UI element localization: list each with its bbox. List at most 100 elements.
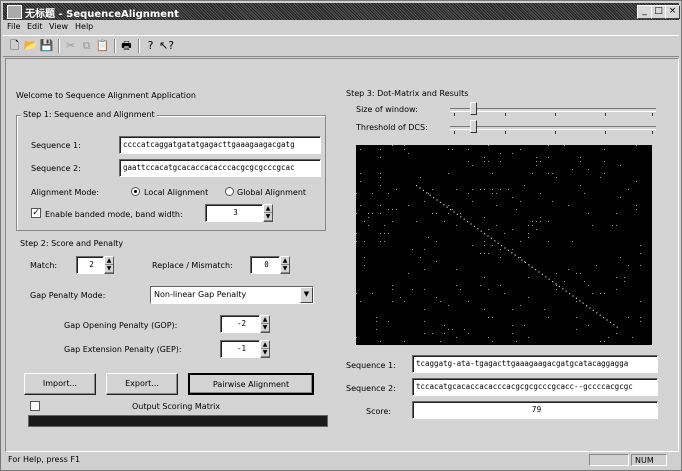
diagonal-dot — [419, 187, 421, 189]
replace-mismatch-spinner[interactable]: ▲ ▼ — [280, 256, 290, 274]
diagonal-dot — [501, 245, 503, 247]
maximize-button[interactable]: □ — [651, 5, 666, 19]
dot — [400, 297, 401, 298]
print-icon[interactable]: 🖶 — [119, 38, 134, 53]
dot — [364, 265, 365, 266]
replace-mismatch-input[interactable]: 0 — [250, 256, 280, 274]
match-spinner[interactable]: ▲ ▼ — [104, 256, 114, 274]
context-help-icon[interactable]: ↖? — [159, 38, 174, 53]
threshold-slider[interactable] — [450, 120, 656, 134]
menu-view[interactable]: View — [49, 22, 68, 31]
dot — [468, 161, 469, 162]
gep-spinner[interactable]: ▲ ▼ — [260, 340, 270, 358]
local-alignment-label[interactable]: Local Alignment — [144, 188, 208, 197]
global-alignment-radio[interactable] — [225, 187, 234, 196]
dot — [572, 241, 573, 242]
dot — [456, 269, 457, 270]
dot — [380, 185, 381, 186]
banded-mode-label[interactable]: Enable banded mode, band width: — [45, 210, 183, 219]
diagonal-dot — [545, 276, 547, 278]
diagonal-dot — [470, 223, 472, 225]
app-icon[interactable] — [7, 5, 22, 19]
diagonal-dot — [521, 259, 523, 261]
dot — [624, 277, 625, 278]
diagonal-dot — [518, 257, 520, 259]
diagonal-dot — [575, 297, 577, 299]
dot — [392, 289, 393, 290]
output-scoring-matrix-label[interactable]: Output Scoring Matrix — [132, 402, 220, 411]
toolbar-separator — [114, 39, 116, 53]
dot — [392, 221, 393, 222]
dot — [408, 273, 409, 274]
dot — [432, 333, 433, 334]
dot — [384, 241, 385, 242]
dot — [580, 185, 581, 186]
dot — [472, 245, 473, 246]
paste-icon[interactable]: 📋 — [95, 38, 110, 53]
dot — [588, 325, 589, 326]
dot — [464, 329, 465, 330]
score-field[interactable]: 79 — [412, 401, 658, 419]
menu-edit[interactable]: Edit — [27, 22, 43, 31]
dot — [440, 301, 441, 302]
global-alignment-label[interactable]: Global Alignment — [237, 188, 306, 197]
diagonal-dot — [606, 319, 608, 321]
toolbar: 🗋 📂 💾 ✂ ⧉ 📋 🖶 ? ↖? — [3, 35, 679, 57]
dot — [536, 161, 537, 162]
welcome-text: Welcome to Sequence Alignment Applicatio… — [16, 91, 196, 100]
diagonal-dot — [569, 293, 571, 295]
window-size-thumb[interactable] — [470, 102, 477, 115]
gop-spinner[interactable]: ▲ ▼ — [260, 315, 270, 333]
pairwise-alignment-button[interactable]: Pairwise Alignment — [188, 373, 314, 395]
threshold-thumb[interactable] — [470, 120, 477, 133]
output-scoring-matrix-checkbox[interactable] — [30, 401, 40, 411]
open-icon[interactable]: 📂 — [23, 38, 38, 53]
dot — [604, 341, 605, 342]
gap-penalty-mode-select[interactable]: Non-linear Gap Penalty ▼ — [150, 286, 314, 304]
export-button[interactable]: Export... — [106, 373, 178, 395]
close-button[interactable]: × — [665, 5, 680, 19]
sequence2-input[interactable]: gaattccacatgcacaccacacccacgcgcgcccgcac — [119, 159, 321, 177]
dot — [640, 253, 641, 254]
about-icon[interactable]: ? — [143, 38, 158, 53]
gop-input[interactable]: -2 — [220, 315, 260, 333]
save-icon[interactable]: 💾 — [39, 38, 54, 53]
new-icon[interactable]: 🗋 — [7, 38, 22, 53]
dot — [564, 281, 565, 282]
dot — [436, 297, 437, 298]
result-sequence2-field[interactable]: tccacatgcacaccacacccacgcgcgcccgcacc--gcc… — [412, 378, 658, 396]
dot — [540, 217, 541, 218]
local-alignment-radio[interactable] — [131, 187, 140, 196]
band-width-spinner[interactable]: ▲ ▼ — [263, 204, 273, 222]
result-sequence1-field[interactable]: tcaggatg-ata-tgagacttgaaagaagacgatgcatac… — [412, 355, 658, 373]
dot — [496, 205, 497, 206]
dot — [528, 233, 529, 234]
menu-file[interactable]: File — [7, 22, 20, 31]
cut-icon[interactable]: ✂ — [63, 38, 78, 53]
sequence1-input[interactable]: ccccatcaggatgatatgagacttgaaagaagacgatg — [119, 136, 321, 154]
dot — [536, 157, 537, 158]
banded-mode-checkbox[interactable]: ✓ — [31, 208, 41, 218]
dot — [548, 145, 549, 146]
minimize-button[interactable]: _ — [637, 5, 652, 19]
dot — [504, 293, 505, 294]
dot — [424, 249, 425, 250]
menu-help[interactable]: Help — [75, 22, 93, 31]
sequence1-label: Sequence 1: — [31, 141, 81, 150]
dot — [552, 201, 553, 202]
dot — [524, 185, 525, 186]
diagonal-dot — [596, 312, 598, 314]
dot — [568, 269, 569, 270]
dot — [480, 189, 481, 190]
dot — [580, 157, 581, 158]
dot — [396, 189, 397, 190]
diagonal-dot — [473, 225, 475, 227]
window-size-slider[interactable] — [450, 102, 656, 116]
import-button[interactable]: Import... — [24, 373, 96, 395]
copy-icon[interactable]: ⧉ — [79, 38, 94, 53]
chevron-down-icon[interactable]: ▼ — [300, 287, 313, 303]
title-bar[interactable]: 无标题 - SequenceAlignment _ □ × — [3, 3, 680, 20]
band-width-input[interactable]: 3 — [205, 204, 263, 222]
match-input[interactable]: 2 — [76, 256, 104, 274]
gep-input[interactable]: -1 — [220, 340, 260, 358]
